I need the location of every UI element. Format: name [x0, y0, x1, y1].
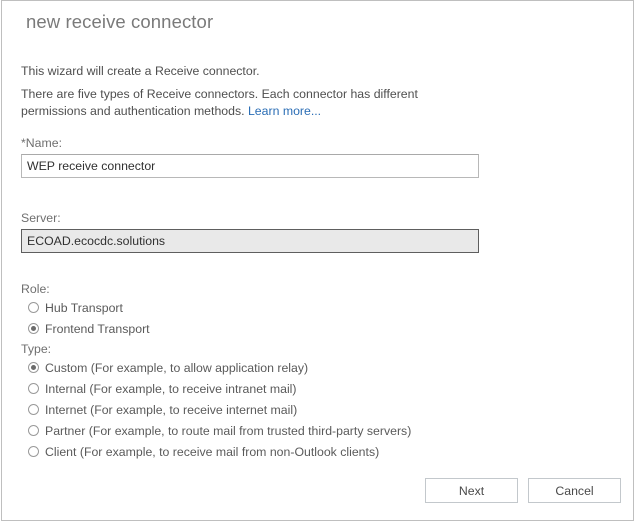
name-field-label: *Name:: [21, 136, 481, 150]
cancel-button[interactable]: Cancel: [528, 478, 621, 503]
type-option-label: Partner (For example, to route mail from…: [45, 424, 411, 438]
dialog-footer: Next Cancel: [2, 464, 634, 520]
type-option-label: Custom (For example, to allow applicatio…: [45, 361, 308, 375]
server-input: [21, 229, 479, 253]
role-option-label: Frontend Transport: [45, 322, 150, 336]
name-input[interactable]: [21, 154, 479, 178]
intro-line-2: There are five types of Receive connecto…: [21, 86, 461, 120]
role-option-frontend-transport[interactable]: Frontend Transport: [21, 319, 150, 338]
radio-icon: [28, 446, 39, 457]
radio-icon: [28, 323, 39, 334]
type-option-label: Internet (For example, to receive intern…: [45, 403, 297, 417]
intro-line-1: This wizard will create a Receive connec…: [21, 63, 461, 80]
role-group-label: Role:: [21, 282, 150, 296]
new-receive-connector-dialog: new receive connector This wizard will c…: [1, 0, 634, 521]
type-option-internal[interactable]: Internal (For example, to receive intran…: [21, 379, 411, 398]
radio-icon: [28, 302, 39, 313]
type-option-label: Client (For example, to receive mail fro…: [45, 445, 379, 459]
role-radio-group: Role: Hub Transport Frontend Transport: [21, 282, 150, 338]
server-field-label: Server:: [21, 211, 481, 225]
radio-icon: [28, 425, 39, 436]
radio-icon: [28, 404, 39, 415]
next-button[interactable]: Next: [425, 478, 518, 503]
type-option-internet[interactable]: Internet (For example, to receive intern…: [21, 400, 411, 419]
learn-more-link[interactable]: Learn more...: [248, 104, 321, 118]
type-group-label: Type:: [21, 342, 411, 356]
type-option-partner[interactable]: Partner (For example, to route mail from…: [21, 421, 411, 440]
intro-line-2-text: There are five types of Receive connecto…: [21, 87, 418, 118]
name-field-group: *Name:: [21, 136, 481, 178]
role-option-hub-transport[interactable]: Hub Transport: [21, 298, 150, 317]
radio-icon: [28, 362, 39, 373]
type-option-label: Internal (For example, to receive intran…: [45, 382, 297, 396]
server-field-group: Server:: [21, 211, 481, 253]
role-option-label: Hub Transport: [45, 301, 123, 315]
radio-icon: [28, 383, 39, 394]
page-title: new receive connector: [26, 11, 213, 33]
type-radio-group: Type: Custom (For example, to allow appl…: [21, 342, 411, 461]
type-option-custom[interactable]: Custom (For example, to allow applicatio…: [21, 358, 411, 377]
intro-text-block: This wizard will create a Receive connec…: [21, 63, 611, 120]
type-option-client[interactable]: Client (For example, to receive mail fro…: [21, 442, 411, 461]
